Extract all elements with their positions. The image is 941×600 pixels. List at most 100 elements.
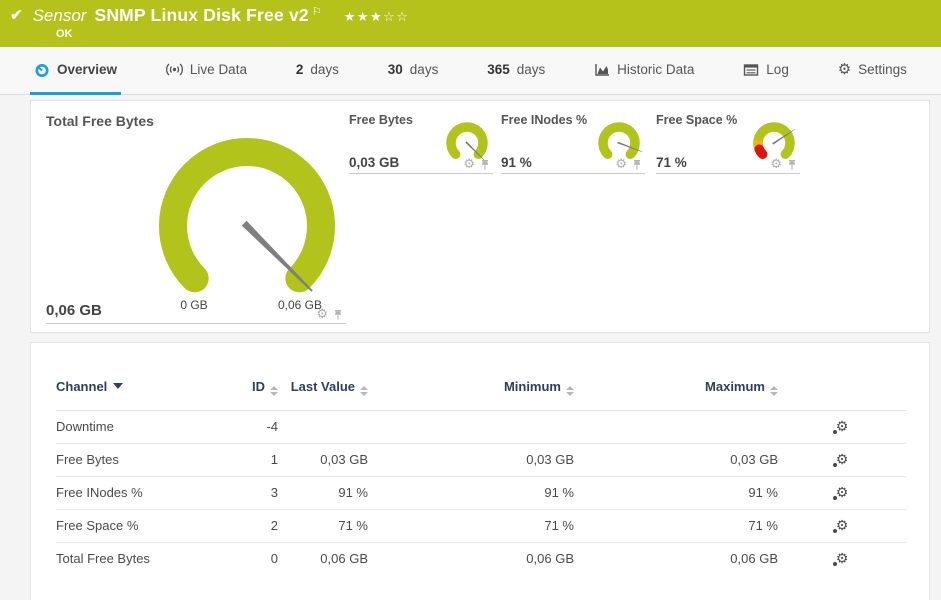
channel-minimum: 71 % [544,518,574,533]
tab-365-days[interactable]: 365 days [483,47,549,95]
channel-name[interactable]: Free INodes % [56,477,216,510]
column-header-maximum[interactable]: Maximum [574,373,778,411]
gauge-value: 91 % [501,155,532,170]
tab-historic-data[interactable]: Historic Data [590,47,698,95]
gauge-widget-free-bytes: Free Bytes 0,03 GB ⚙ [349,113,493,174]
tab-label: days [310,62,339,77]
channel-minimum [368,411,574,444]
channel-last-value: 0,03 GB [320,452,368,467]
gauge-arc [446,122,488,160]
table-row: Free INodes % 3 91 % 91 % 91 % ⚙ [56,476,906,510]
channel-name[interactable]: Downtime [56,411,216,444]
channel-id: 2 [270,518,278,533]
gauges-panel: Total Free Bytes 0 GB 0,06 GB 0,06 GB ⚙ … [30,100,930,333]
channel-settings-icon[interactable]: ⚙ [832,453,848,467]
total-free-bytes-gauge: 0 GB 0,06 GB [159,138,335,312]
tab-overview[interactable]: Overview [30,47,122,95]
channel-settings-icon[interactable]: ⚙ [832,486,848,500]
gauge-error-segment [754,144,768,160]
gauge-arc [598,122,640,160]
status-check-icon: ✔ [10,7,23,24]
tab-label: Live Data [189,62,247,77]
channel-id: 1 [270,452,278,467]
gauge-widget-total-free-bytes: Total Free Bytes 0 GB 0,06 GB 0,06 GB ⚙ [46,113,346,324]
tab-2-days[interactable]: 2 days [292,47,343,95]
sort-desc-icon [113,383,124,389]
gauge-widget-free-space: Free Space % 71 % ⚙ [656,113,800,174]
channel-id: 0 [270,551,278,566]
tab-label: Historic Data [617,62,695,77]
tab-label: Overview [57,62,118,77]
gauge-value: 71 % [656,155,687,170]
gear-icon: ⚙ [837,60,852,78]
gauge-arc [159,138,335,293]
sort-icon [270,386,278,396]
table-row: Downtime -4 ⚙ [56,410,906,444]
pin-icon[interactable] [332,309,344,321]
channel-maximum: 71 % [748,518,778,533]
channel-last-value: 91 % [338,485,368,500]
gauge-icon [34,62,50,78]
channel-last-value [278,411,368,444]
channels-panel: Channel ID Last Value Minimum Maximum Do… [30,342,930,600]
tab-bar: Overview Live Data 2 days 30 days 365 da… [0,47,941,95]
gauge-value: 0,06 GB [46,302,102,319]
tab-number: 365 [487,62,510,77]
pin-icon[interactable] [479,159,491,171]
gauge-value: 0,03 GB [349,155,400,170]
channel-name[interactable]: Total Free Bytes [56,543,216,576]
gear-icon[interactable]: ⚙ [316,308,328,321]
sensor-name: SNMP Linux Disk Free v2 [94,5,309,25]
column-header-channel[interactable]: Channel [56,373,216,411]
column-label: ID [252,379,265,394]
channel-id: 3 [270,485,278,500]
tab-label: Settings [858,62,907,77]
channel-maximum: 0,03 GB [730,452,778,467]
channel-maximum: 91 % [748,485,778,500]
tab-label: days [409,62,439,77]
priority-stars[interactable]: ★★★☆☆ [344,10,410,25]
status-badge: OK [56,28,73,40]
table-row: Free Bytes 1 0,03 GB 0,03 GB 0,03 GB ⚙ [56,443,906,477]
channel-name[interactable]: Free Bytes [56,444,216,477]
sort-icon [360,386,368,396]
table-row: Total Free Bytes 0 0,06 GB 0,06 GB 0,06 … [56,542,906,576]
column-label: Last Value [290,379,355,394]
column-header-last-value[interactable]: Last Value [278,373,368,411]
sort-icon [770,386,778,396]
flag-icon[interactable]: ⚐ [312,5,322,18]
pin-icon[interactable] [631,159,643,171]
channel-minimum: 0,03 GB [526,452,574,467]
channel-maximum [574,411,778,444]
sort-icon [566,386,574,396]
channel-table: Channel ID Last Value Minimum Maximum Do… [56,373,906,575]
column-header-settings [778,373,906,411]
tab-label: Log [766,62,789,77]
channel-minimum: 0,06 GB [526,551,574,566]
tab-settings[interactable]: ⚙ Settings [834,47,911,95]
column-header-minimum[interactable]: Minimum [368,373,574,411]
channel-settings-icon[interactable]: ⚙ [832,519,848,533]
channel-name[interactable]: Free Space % [56,510,216,543]
sensor-status-bar: ✔ Sensor SNMP Linux Disk Free v2 ⚐ ★★★☆☆… [0,0,941,47]
channel-maximum: 0,06 GB [730,551,778,566]
gear-icon[interactable]: ⚙ [770,158,782,171]
tab-live-data[interactable]: Live Data [162,47,251,95]
area-chart-icon [594,62,610,77]
tab-log[interactable]: Log [739,47,793,95]
channel-settings-icon[interactable]: ⚙ [832,420,848,434]
object-type-label: Sensor [32,6,87,25]
column-header-id[interactable]: ID [216,373,278,411]
channel-minimum: 91 % [544,485,574,500]
tab-30-days[interactable]: 30 days [384,47,443,95]
channel-last-value: 71 % [338,518,368,533]
gear-icon[interactable]: ⚙ [463,158,475,171]
table-row: Free Space % 2 71 % 71 % 71 % ⚙ [56,509,906,543]
tab-number: 30 [387,62,403,77]
gauge-min-label: 0 GB [180,298,207,312]
gear-icon[interactable]: ⚙ [615,158,627,171]
column-label: Minimum [503,379,561,394]
pin-icon[interactable] [786,159,798,171]
channel-settings-icon[interactable]: ⚙ [832,552,848,566]
tab-number: 2 [295,62,304,77]
